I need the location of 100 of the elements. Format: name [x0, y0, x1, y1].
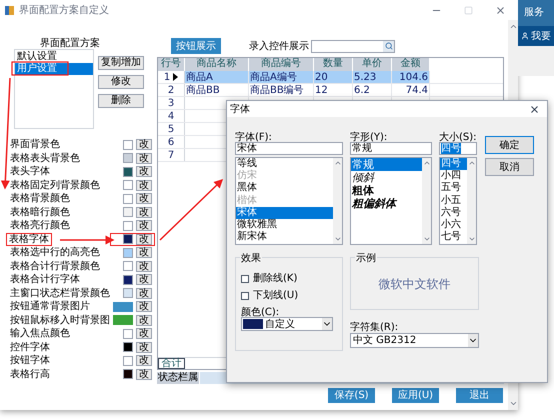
scheme-item[interactable]: 用户设置 — [15, 63, 93, 75]
edit-button[interactable]: 改 — [136, 193, 152, 204]
column-header[interactable]: 行号 — [158, 58, 185, 71]
row-number: 7 — [168, 148, 174, 162]
font-item[interactable]: 新宋体 — [236, 231, 333, 244]
scrollbar[interactable] — [422, 158, 431, 244]
side-panel-link[interactable]: 我要 — [518, 26, 554, 46]
style-label: 字形(Y): — [350, 130, 388, 142]
dialog-button[interactable]: 确定 — [485, 136, 534, 154]
scroll-down-icon[interactable] — [334, 235, 342, 243]
dialog-button[interactable]: 取消 — [485, 158, 534, 176]
column-header[interactable]: 数量 — [314, 58, 353, 71]
size-field[interactable]: 四号 — [439, 142, 477, 155]
size-item[interactable]: 五号 — [440, 182, 467, 195]
column-header[interactable]: 商品名称 — [185, 58, 249, 71]
size-item[interactable]: 小六 — [440, 218, 467, 232]
style-item[interactable]: 粗体 — [351, 184, 422, 197]
property-label: 界面背景色 — [10, 139, 60, 150]
scroll-up-icon[interactable] — [334, 159, 342, 167]
scrollbar[interactable] — [333, 158, 342, 244]
footer-button[interactable]: 应用(U) — [392, 388, 439, 403]
scroll-up-icon[interactable] — [468, 159, 476, 167]
scheme-item[interactable]: 默认设置 — [15, 51, 93, 63]
edit-button[interactable]: 改 — [136, 274, 152, 286]
scrollbar[interactable] — [467, 158, 476, 244]
row-pointer-icon — [173, 73, 178, 81]
scroll-down-icon[interactable] — [422, 235, 430, 243]
edit-button[interactable]: 改 — [136, 314, 152, 326]
app-icon — [4, 4, 15, 16]
edit-button[interactable]: 改 — [136, 206, 152, 218]
grid-cell-text: 商品BB — [186, 84, 220, 98]
property-label: 按钮鼠标移入时背景图 — [10, 314, 110, 326]
color-dropdown[interactable]: 自定义 — [241, 317, 333, 331]
close-icon[interactable] — [495, 4, 506, 16]
edit-button[interactable]: 改 — [136, 355, 152, 366]
scheme-button[interactable]: 删除 — [98, 94, 144, 108]
dropdown-icon[interactable] — [322, 318, 332, 330]
checkbox[interactable] — [241, 274, 249, 282]
style-item[interactable]: 粗偏斜体 — [351, 197, 422, 210]
style-field[interactable]: 常规 — [350, 142, 432, 155]
scheme-button[interactable]: 复制增加 — [98, 56, 144, 70]
edit-button[interactable]: 改 — [136, 220, 152, 232]
charset-dropdown[interactable]: 中文 GB2312 — [350, 333, 479, 348]
scroll-down-icon[interactable] — [468, 235, 476, 243]
edit-button[interactable]: 改 — [136, 368, 152, 380]
grid-row[interactable]: 2 商品BB 商品BB编号 12 6.2 74.4 — [158, 84, 503, 97]
footer-button[interactable]: 保存(S) — [328, 388, 375, 403]
font-field[interactable]: 宋体 — [235, 142, 343, 155]
edit-button[interactable]: 改 — [136, 139, 152, 150]
style-item[interactable]: 常规 — [351, 158, 422, 171]
size-item[interactable]: 四号 — [440, 158, 467, 170]
property-label: 表格背景颜色 — [10, 193, 70, 204]
scheme-button[interactable]: 修改 — [98, 75, 144, 89]
column-header[interactable]: 单价 — [353, 58, 392, 71]
font-item[interactable]: 宋体 — [236, 206, 333, 219]
side-panel-title[interactable]: 服务 — [518, 0, 554, 26]
scroll-down-icon[interactable] — [508, 399, 518, 408]
size-label: 大小(S): — [439, 130, 477, 142]
row-number: 5 — [168, 122, 174, 136]
search-button[interactable] — [383, 40, 394, 52]
scroll-up-icon[interactable] — [422, 159, 430, 167]
size-item[interactable]: 小五 — [440, 194, 467, 207]
column-header[interactable]: 金额 — [392, 58, 430, 71]
font-item[interactable]: 黑体 — [236, 182, 333, 195]
checkbox-label: 删除线(K) — [253, 272, 298, 286]
edit-button[interactable]: 改 — [136, 152, 152, 164]
total-label: 合计 — [158, 358, 185, 369]
edit-button[interactable]: 改 — [136, 180, 152, 191]
scroll-up-icon[interactable] — [508, 22, 518, 31]
grid-cell-text: 74.4 — [406, 84, 428, 98]
style-item[interactable]: 倾斜 — [351, 171, 422, 184]
property-label: 表格表头背景色 — [10, 152, 80, 164]
close-icon[interactable] — [529, 104, 540, 114]
edit-button[interactable]: 改 — [136, 342, 152, 353]
property-label: 按钮通常背景图片 — [10, 301, 90, 312]
row-number: 6 — [168, 136, 174, 150]
footer-button[interactable]: 退出 — [456, 388, 503, 403]
font-label: 字体(F): — [235, 130, 273, 142]
demo-button[interactable]: 按钮展示 — [171, 38, 221, 54]
font-item[interactable]: 等线 — [236, 158, 333, 170]
edit-button[interactable]: 改 — [136, 288, 152, 299]
size-item[interactable]: 七号 — [440, 231, 467, 244]
size-item[interactable]: 小四 — [440, 170, 467, 182]
column-header[interactable]: 商品编号 — [249, 58, 314, 71]
dropdown-icon[interactable] — [468, 334, 478, 347]
edit-button[interactable]: 改 — [136, 301, 152, 312]
edit-button[interactable]: 改 — [136, 234, 152, 245]
grid-cell-text: 6.2 — [354, 84, 370, 98]
row-number: 3 — [168, 96, 174, 110]
font-item[interactable]: 微软雅黑 — [236, 218, 333, 232]
demo-input[interactable] — [311, 40, 395, 52]
grid-row[interactable]: 1 商品A 商品A编号 20 5.23 104.6 — [158, 71, 503, 84]
checkbox[interactable] — [241, 292, 249, 300]
scheme-label: 界面配置方案 — [40, 36, 101, 49]
edit-button[interactable]: 改 — [136, 328, 152, 340]
edit-button[interactable]: 改 — [136, 166, 152, 178]
size-item[interactable]: 六号 — [440, 206, 467, 219]
row-number: 2 — [168, 84, 174, 98]
edit-button[interactable]: 改 — [136, 260, 152, 272]
edit-button[interactable]: 改 — [136, 247, 152, 258]
